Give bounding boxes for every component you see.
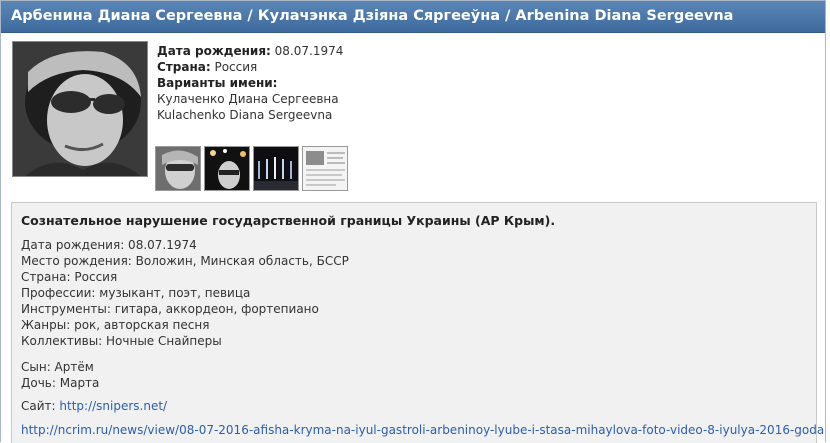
profile-info: Дата рождения: 08.07.1974 Страна: Россия… [157, 43, 343, 123]
violation-heading: Сознательное нарушение государственной г… [21, 213, 556, 228]
news-link[interactable]: http://ncrim.ru/news/view/08-07-2016-afi… [21, 423, 824, 437]
thumbnail-1[interactable] [155, 146, 201, 191]
children-list: Сын: Артём Дочь: Марта [21, 359, 99, 391]
details-list: Дата рождения: 08.07.1974 Место рождения… [21, 237, 349, 349]
title-bar: Арбенина Диана Сергеевна / Кулачэнка Дзі… [1, 1, 825, 33]
name-variants-label: Варианты имени: [157, 76, 278, 90]
thumbnail-image [205, 147, 249, 190]
birth-date-label: Дата рождения: [157, 44, 271, 58]
thumbnail-3[interactable] [253, 146, 299, 191]
profile-photo[interactable] [12, 41, 148, 177]
website-label: Сайт: [21, 399, 56, 413]
detail-line: Жанры: рок, авторская песня [21, 318, 210, 332]
portrait-image [13, 42, 147, 176]
thumbnail-4[interactable] [302, 146, 348, 191]
page-title: Арбенина Диана Сергеевна / Кулачэнка Дзі… [11, 8, 734, 24]
country-label: Страна: [157, 60, 211, 74]
child-line: Сын: Артём [21, 360, 94, 374]
profile-card: Арбенина Диана Сергеевна / Кулачэнка Дзі… [0, 0, 826, 443]
birth-date-value: 08.07.1974 [274, 44, 344, 58]
detail-line: Инструменты: гитара, аккордеон, фортепиа… [21, 302, 319, 316]
detail-line: Место рождения: Воложин, Минская область… [21, 254, 349, 268]
thumbnail-image [156, 147, 200, 190]
thumbnail-image [303, 147, 347, 190]
thumbnail-image [254, 147, 298, 190]
name-variant: Kulachenko Diana Sergeevna [157, 108, 333, 122]
country-value: Россия [214, 60, 258, 74]
child-line: Дочь: Марта [21, 376, 100, 390]
website-link[interactable]: http://snipers.net/ [59, 399, 167, 413]
detail-line: Коллективы: Ночные Снайперы [21, 334, 222, 348]
detail-line: Профессии: музыкант, поэт, певица [21, 286, 251, 300]
thumbnail-2[interactable] [204, 146, 250, 191]
news-row: http://ncrim.ru/news/view/08-07-2016-afi… [21, 422, 824, 438]
name-variant: Кулаченко Диана Сергеевна [157, 92, 339, 106]
description-panel: Сознательное нарушение государственной г… [11, 202, 824, 443]
detail-line: Дата рождения: 08.07.1974 [21, 238, 197, 252]
website-row: Сайт: http://snipers.net/ [21, 398, 167, 414]
detail-line: Страна: Россия [21, 270, 118, 284]
